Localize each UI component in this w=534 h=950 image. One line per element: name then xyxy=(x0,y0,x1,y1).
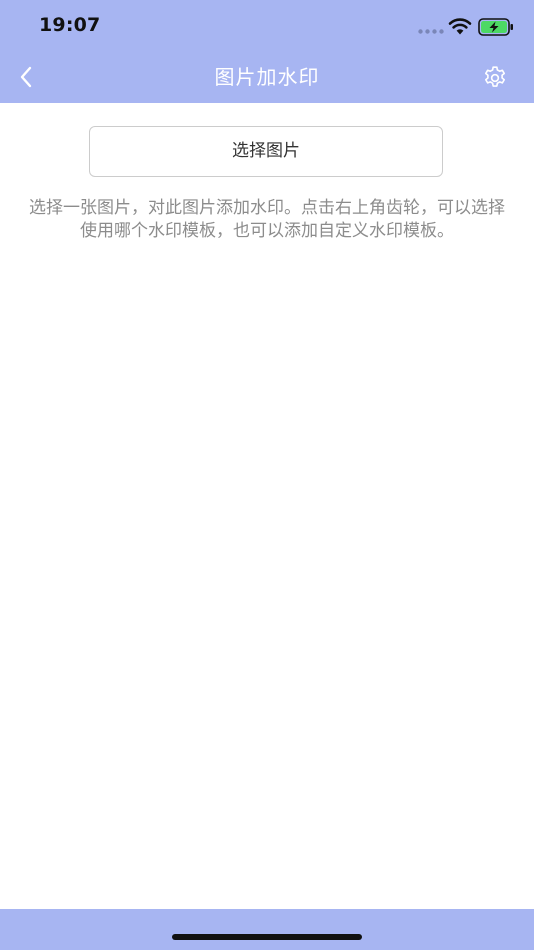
status-time: 19:07 xyxy=(39,14,101,36)
bottom-bar xyxy=(0,909,534,950)
cellular-signal-icon xyxy=(418,29,444,34)
settings-button[interactable] xyxy=(478,61,512,95)
home-indicator[interactable] xyxy=(172,934,362,940)
gear-icon xyxy=(484,66,506,87)
select-image-button[interactable]: 选择图片 xyxy=(89,126,443,177)
back-button[interactable] xyxy=(10,60,42,94)
page-title: 图片加水印 xyxy=(214,65,320,89)
battery-charging-icon xyxy=(478,18,513,36)
navigation-bar: 图片加水印 xyxy=(0,54,534,103)
status-bar: 19:07 xyxy=(0,0,534,54)
top-bar: 19:07 图片加水印 xyxy=(0,0,534,103)
chevron-left-icon xyxy=(20,66,32,88)
instruction-text: 选择一张图片，对此图片添加水印。点击右上角齿轮，可以选择使用哪个水印模板，也可以… xyxy=(29,198,505,241)
wifi-icon xyxy=(448,18,472,35)
